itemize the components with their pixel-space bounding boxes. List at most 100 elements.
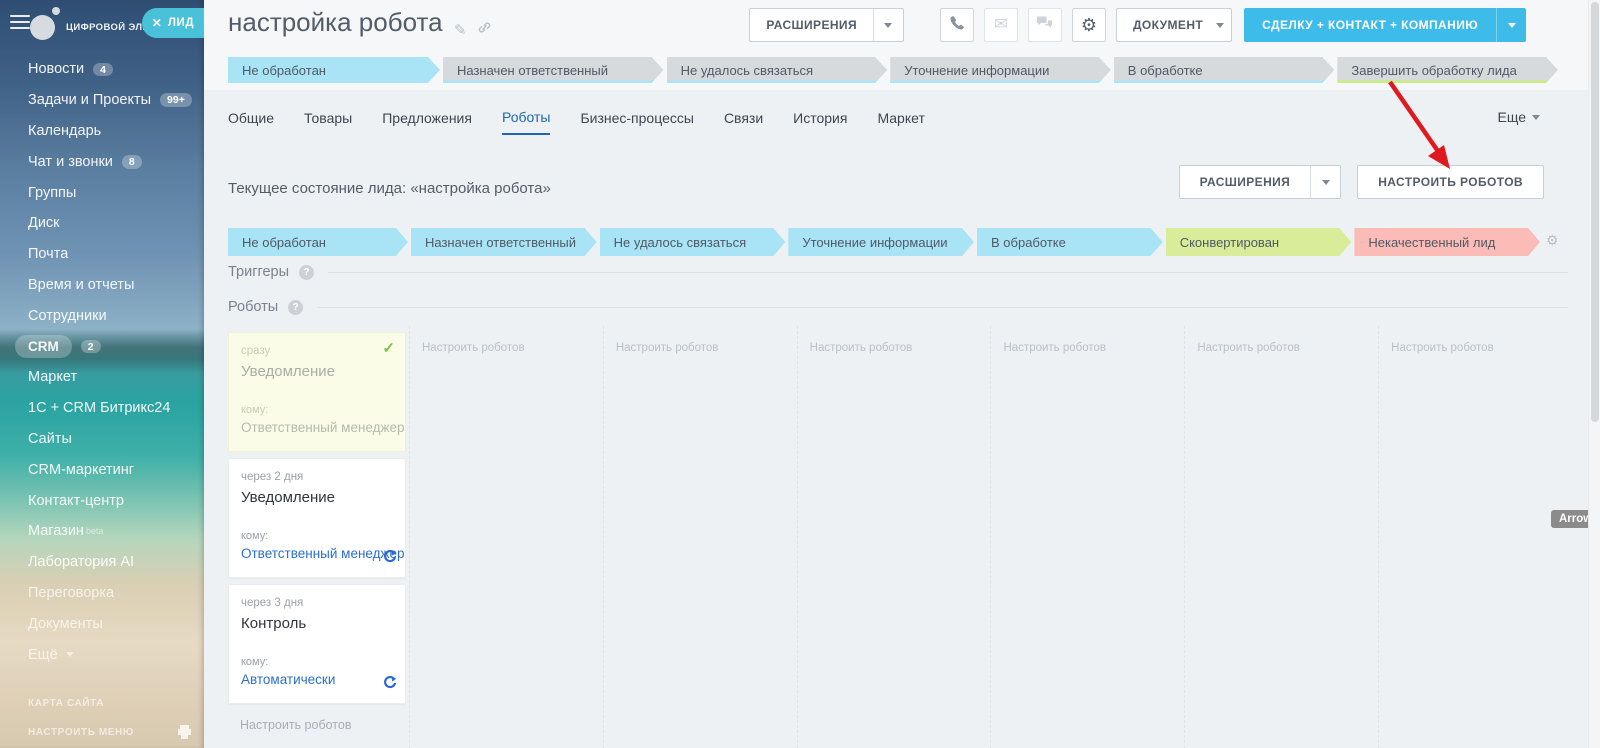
tab-history[interactable]: История (793, 101, 847, 135)
tab-general[interactable]: Общие (228, 101, 274, 135)
robots-help-icon[interactable]: ? (288, 300, 303, 315)
envelope-icon: ✉ (994, 17, 1007, 33)
logo-circle-icon (30, 15, 55, 40)
configure-robots-placeholder[interactable]: Настроить роботов (1391, 342, 1494, 354)
chat-button[interactable] (1028, 8, 1062, 42)
lead-entity-pill[interactable]: ✕ ЛИД (142, 8, 204, 38)
page-title: настройка робота (228, 7, 443, 38)
sidebar-item-tasks[interactable]: Задачи и Проекты99+ (28, 85, 200, 116)
configure-robots-placeholder[interactable]: Настроить роботов (616, 342, 719, 354)
sidebar-item-mail[interactable]: Почта (28, 239, 200, 270)
tab-products[interactable]: Товары (304, 101, 352, 135)
tab-relations[interactable]: Связи (724, 101, 763, 135)
edit-title-icon[interactable]: ✎ (454, 21, 467, 39)
sidebar-item-groups[interactable]: Группы (28, 177, 200, 208)
sidebar-item-time-reports[interactable]: Время и отчеты (28, 270, 200, 301)
create-deal-contact-company-button[interactable]: СДЕЛКУ + КОНТАКТ + КОМПАНИЮ (1244, 8, 1526, 42)
page-scrollbar[interactable] (1588, 0, 1600, 748)
link-icon[interactable] (477, 20, 492, 40)
robot-stage-assigned[interactable]: Назначен ответственный (411, 228, 597, 256)
robot-stage-in-progress[interactable]: В обработке (977, 228, 1163, 256)
robot-card[interactable]: через 2 дня Уведомление кому: Ответствен… (228, 458, 406, 578)
tab-market[interactable]: Маркет (877, 101, 924, 135)
stage-not-processed[interactable]: Не обработан (228, 57, 440, 83)
settings-button[interactable]: ⚙ (1072, 8, 1106, 42)
company-name: ЦИФРОВОЙ ЭЛЕМЕ (66, 22, 144, 33)
stage-clarify-info[interactable]: Уточнение информации (890, 57, 1111, 83)
stage-assigned[interactable]: Назначен ответственный (443, 57, 664, 83)
divider (328, 272, 1568, 273)
configure-robots-placeholder[interactable]: Настроить роботов (1197, 342, 1300, 354)
extensions-button[interactable]: РАСШИРЕНИЯ (749, 8, 904, 42)
robot-stage-clarify-info[interactable]: Уточнение информации (788, 228, 974, 256)
document-dropdown[interactable] (1209, 9, 1231, 41)
robots-section-title: Роботы (228, 299, 278, 315)
robot-assignee-link[interactable]: Ответственный менеджер (241, 546, 393, 561)
sidebar-item-crm[interactable]: CRM2 (28, 331, 200, 362)
sidebar-item-news[interactable]: Новости4 (28, 54, 200, 85)
configure-robots-link[interactable]: Настроить роботов (228, 718, 409, 732)
configure-robots-placeholder[interactable]: Настроить роботов (810, 342, 913, 354)
stage-cannot-contact[interactable]: Не удалось связаться (667, 57, 888, 83)
board-column: Настроить роботов (1379, 326, 1572, 748)
cta-dropdown[interactable] (1496, 8, 1526, 42)
configure-robots-placeholder[interactable]: Настроить роботов (1003, 342, 1106, 354)
tab-business-processes[interactable]: Бизнес-процессы (580, 101, 693, 135)
sidebar-item-ai-lab[interactable]: Лаборатория AI (28, 547, 200, 578)
header-toolbar: РАСШИРЕНИЯ ✉ ⚙ ДОКУМЕНТ СДЕЛКУ + КОНТАКТ… (749, 8, 1526, 42)
extensions-button-secondary[interactable]: РАСШИРЕНИЯ (1179, 165, 1342, 199)
sidebar-item-employees[interactable]: Сотрудники (28, 300, 200, 331)
robot-stage-not-processed[interactable]: Не обработан (228, 228, 408, 256)
logo-dot-icon (52, 7, 60, 15)
sidebar-item-crm-marketing[interactable]: CRM-маркетинг (28, 454, 200, 485)
refresh-icon[interactable] (383, 676, 397, 695)
sidebar-menu: Новости4 Задачи и Проекты99+ Календарь Ч… (28, 54, 200, 670)
sidebar-item-1c-crm[interactable]: 1С + CRM Битрикс24 (28, 393, 200, 424)
stage-in-progress[interactable]: В обработке (1114, 57, 1335, 83)
divider (317, 307, 1568, 308)
printer-icon[interactable] (176, 724, 193, 745)
sidebar-item-chat[interactable]: Чат и звонки8 (28, 146, 200, 177)
extensions-dropdown[interactable] (873, 9, 903, 41)
configure-menu-link[interactable]: НАСТРОИТЬ МЕНЮ (28, 727, 134, 738)
email-button[interactable]: ✉ (984, 8, 1018, 42)
tabs-more-button[interactable]: Еще (1498, 109, 1541, 125)
stage-finish-lead[interactable]: Завершить обработку лида (1337, 57, 1558, 83)
sidebar-item-more[interactable]: Ещё (28, 639, 200, 670)
robot-assignee-link[interactable]: Автоматически (241, 672, 393, 687)
chat-bubble-icon (1036, 15, 1053, 35)
refresh-icon[interactable] (383, 550, 397, 569)
sidebar-item-calendar[interactable]: Календарь (28, 116, 200, 147)
board-column-not-processed: ✓ сразу Уведомление кому: Ответственный … (228, 326, 410, 748)
sidebar-item-meeting-room[interactable]: Переговорка (28, 578, 200, 609)
sidebar-item-contact-center[interactable]: Контакт-центр (28, 485, 200, 516)
extensions-dropdown-secondary[interactable] (1310, 166, 1340, 198)
robot-stage-bar: Не обработан Назначен ответственный Не у… (228, 228, 1540, 256)
tab-robots[interactable]: Роботы (502, 101, 550, 135)
chevron-down-icon (66, 652, 74, 657)
scrollbar-thumb[interactable] (1591, 2, 1599, 422)
sitemap-link[interactable]: КАРТА САЙТА (28, 698, 104, 709)
call-button[interactable] (940, 8, 974, 42)
sidebar-item-disk[interactable]: Диск (28, 208, 200, 239)
robot-delay: через 2 дня (241, 471, 393, 483)
configure-robots-placeholder[interactable]: Настроить роботов (422, 342, 525, 354)
robot-stage-junk[interactable]: Некачественный лид (1354, 228, 1540, 256)
configure-robots-button[interactable]: НАСТРОИТЬ РОБОТОВ (1357, 165, 1544, 199)
document-button[interactable]: ДОКУМЕНТ (1116, 8, 1232, 42)
sidebar-item-documents[interactable]: Документы (28, 608, 200, 639)
robot-stage-converted[interactable]: Сконвертирован (1166, 228, 1352, 256)
sidebar-item-market[interactable]: Маркет (28, 362, 200, 393)
close-icon[interactable]: ✕ (152, 17, 162, 29)
sidebar-item-sites[interactable]: Сайты (28, 424, 200, 455)
robot-to-label: кому: (241, 404, 393, 416)
triggers-help-icon[interactable]: ? (299, 265, 314, 280)
stage-settings-gear-icon[interactable]: ⚙ (1546, 233, 1559, 247)
phone-icon (949, 15, 965, 36)
menu-hamburger-icon[interactable] (10, 15, 30, 31)
tab-quotes[interactable]: Предложения (382, 101, 472, 135)
sidebar-item-shop[interactable]: Магазинbeta (28, 516, 200, 547)
robot-stage-cannot-contact[interactable]: Не удалось связаться (600, 228, 786, 256)
robot-card-done[interactable]: ✓ сразу Уведомление кому: Ответственный … (228, 332, 406, 452)
robot-card[interactable]: через 3 дня Контроль кому: Автоматически (228, 584, 406, 704)
